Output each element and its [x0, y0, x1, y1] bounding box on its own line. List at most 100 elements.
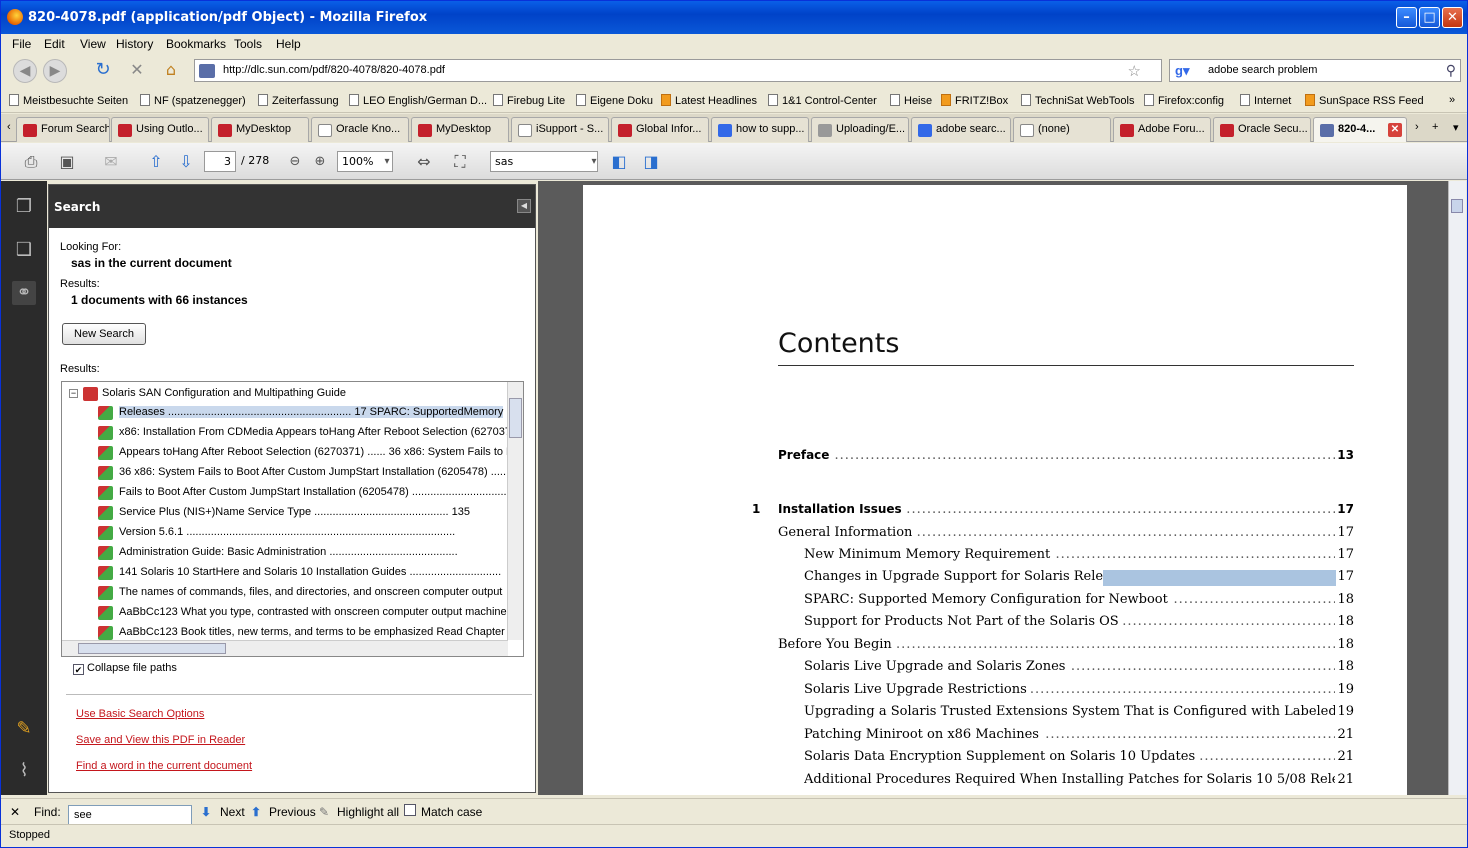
result-item[interactable]: x86: Installation From CDMedia Appears t…: [62, 423, 508, 443]
result-item[interactable]: Appears toHang After Reboot Selection (6…: [62, 443, 508, 463]
bookmark-item[interactable]: Zeiterfassung: [258, 94, 339, 107]
save-icon[interactable]: ▣: [56, 151, 78, 173]
bookmark-item[interactable]: Internet: [1240, 94, 1291, 107]
zoom-dropdown-icon[interactable]: ▾: [376, 151, 398, 173]
next-page-icon[interactable]: ⇩: [175, 151, 197, 173]
document-vertical-scrollbar[interactable]: [1448, 181, 1466, 795]
result-item[interactable]: The names of commands, files, and direct…: [62, 583, 508, 603]
bookmark-star-icon[interactable]: ☆: [1128, 62, 1141, 80]
back-button[interactable]: ◀: [13, 59, 37, 83]
collapse-file-paths-checkbox[interactable]: ✔ Collapse file paths: [73, 662, 177, 675]
new-tab-icon[interactable]: +: [1432, 121, 1438, 133]
tab-scroll-left-icon[interactable]: ‹: [7, 121, 11, 133]
scrollbar-thumb[interactable]: [1451, 199, 1463, 213]
tab[interactable]: (none): [1013, 117, 1111, 142]
save-view-pdf-link[interactable]: Save and View this PDF in Reader: [76, 734, 245, 746]
toc-entry[interactable]: ........................................…: [804, 682, 1354, 700]
result-item[interactable]: Administration Guide: Basic Administrati…: [62, 543, 508, 563]
url-bar[interactable]: http://dlc.sun.com/pdf/820-4078/820-4078…: [194, 59, 1162, 82]
match-case-checkbox[interactable]: [404, 804, 416, 816]
google-icon[interactable]: g▾: [1175, 63, 1189, 79]
bookmark-item[interactable]: FRITZ!Box: [941, 94, 1008, 107]
tab[interactable]: iSupport - S...: [511, 117, 609, 142]
bookmark-item[interactable]: 1&1 Control-Center: [768, 94, 877, 107]
close-window-button[interactable]: ✕: [1442, 7, 1463, 28]
menu-help[interactable]: Help: [276, 37, 301, 51]
reload-icon[interactable]: ↻: [91, 59, 115, 83]
new-search-button[interactable]: New Search: [62, 323, 146, 345]
result-root[interactable]: − Solaris SAN Configuration and Multipat…: [62, 384, 508, 404]
tab-list-icon[interactable]: ▾: [1453, 121, 1459, 134]
bookmark-item[interactable]: TechniSat WebTools: [1021, 94, 1134, 107]
basic-search-options-link[interactable]: Use Basic Search Options: [76, 708, 204, 720]
menu-file[interactable]: File: [12, 37, 31, 51]
toc-entry[interactable]: ........................................…: [804, 704, 1354, 722]
home-icon[interactable]: ⌂: [159, 59, 183, 83]
bookmark-item[interactable]: Heise: [890, 94, 932, 107]
previous-page-icon[interactable]: ⇧: [145, 151, 167, 173]
tab[interactable]: Uploading/E...: [811, 117, 909, 142]
tab[interactable]: Using Outlo...: [111, 117, 209, 142]
toc-entry[interactable]: ........................................…: [804, 659, 1354, 677]
page-number-input[interactable]: 3: [204, 151, 236, 172]
result-item[interactable]: AaBbCc123 What you type, contrasted with…: [62, 603, 508, 623]
toc-entry[interactable]: ........................................…: [804, 592, 1354, 610]
menu-view[interactable]: View: [80, 37, 106, 51]
binoculars-icon[interactable]: ⚭: [12, 281, 36, 305]
result-item[interactable]: Version 5.6.1 ..........................…: [62, 523, 508, 543]
zoom-in-icon[interactable]: ⊕: [309, 151, 331, 173]
find-previous-icon[interactable]: ◧: [608, 151, 630, 173]
results-vertical-scrollbar[interactable]: [507, 382, 523, 640]
find-previous-button[interactable]: Previous: [269, 805, 316, 819]
stop-icon[interactable]: ✕: [125, 59, 149, 83]
pdf-find-input[interactable]: sas: [490, 151, 598, 172]
toc-entry[interactable]: ........................................…: [804, 614, 1354, 632]
highlight-all-button[interactable]: Highlight all: [337, 805, 399, 819]
checkbox-checked-icon[interactable]: ✔: [73, 664, 84, 675]
bookmark-item[interactable]: NF (spatzenegger): [140, 94, 246, 107]
bookmark-item[interactable]: Meistbesuchte Seiten: [9, 94, 128, 107]
tab[interactable]: MyDesktop: [211, 117, 309, 142]
find-input[interactable]: see: [68, 805, 192, 825]
result-item[interactable]: 36 x86: System Fails to Boot After Custo…: [62, 463, 508, 483]
toc-entry[interactable]: ........................................…: [778, 448, 1354, 466]
bookmark-item[interactable]: SunSpace RSS Feed: [1305, 94, 1424, 107]
toc-entry[interactable]: ........................................…: [804, 569, 1354, 587]
toc-entry[interactable]: ........................................…: [804, 772, 1354, 790]
tab[interactable]: how to supp...: [711, 117, 809, 142]
email-icon[interactable]: ✉: [100, 151, 122, 173]
tab[interactable]: Oracle Secu...: [1213, 117, 1311, 142]
toc-entry[interactable]: ........................................…: [804, 749, 1354, 767]
result-item[interactable]: Fails to Boot After Custom JumpStart Ins…: [62, 483, 508, 503]
collapse-tree-icon[interactable]: −: [69, 389, 78, 398]
result-item[interactable]: 141 Solaris 10 StartHere and Solaris 10 …: [62, 563, 508, 583]
toc-entry[interactable]: ........................................…: [778, 637, 1354, 655]
print-icon[interactable]: ⎙: [20, 151, 42, 173]
maximize-button[interactable]: □: [1419, 7, 1440, 28]
tab[interactable]: Forum Search: [16, 117, 110, 142]
bookmarks-overflow-icon[interactable]: »: [1449, 94, 1455, 106]
bookmark-item[interactable]: Latest Headlines: [661, 94, 757, 107]
fit-width-icon[interactable]: ⇔: [413, 151, 435, 173]
highlighter-icon[interactable]: ✎: [319, 805, 329, 819]
result-item[interactable]: Releases ...............................…: [62, 403, 508, 423]
tab[interactable]: MyDesktop: [411, 117, 509, 142]
tab[interactable]: Global Infor...: [611, 117, 709, 142]
minimize-button[interactable]: –: [1396, 7, 1417, 28]
find-next-icon[interactable]: ◨: [640, 151, 662, 173]
bookmark-item[interactable]: Firefox:config: [1144, 94, 1224, 107]
collapse-panel-icon[interactable]: ◀: [517, 199, 531, 213]
comments-icon[interactable]: ✎: [12, 717, 36, 741]
attachments-icon[interactable]: ⌇: [12, 759, 36, 783]
search-icon[interactable]: ⚲: [1446, 62, 1456, 79]
close-tab-icon[interactable]: ✕: [1388, 123, 1402, 137]
toc-entry[interactable]: ........................................…: [804, 727, 1354, 745]
pdf-document-area[interactable]: Contents ...............................…: [538, 181, 1448, 795]
zoom-out-icon[interactable]: ⊖: [284, 151, 306, 173]
scrollbar-thumb[interactable]: [509, 398, 522, 438]
bookmarks-icon[interactable]: ❑: [12, 238, 36, 262]
find-dropdown-icon[interactable]: ▾: [583, 151, 605, 173]
previous-arrow-icon[interactable]: ⬆: [251, 805, 261, 819]
tab[interactable]: Adobe Foru...: [1113, 117, 1211, 142]
menu-tools[interactable]: Tools: [234, 37, 262, 51]
